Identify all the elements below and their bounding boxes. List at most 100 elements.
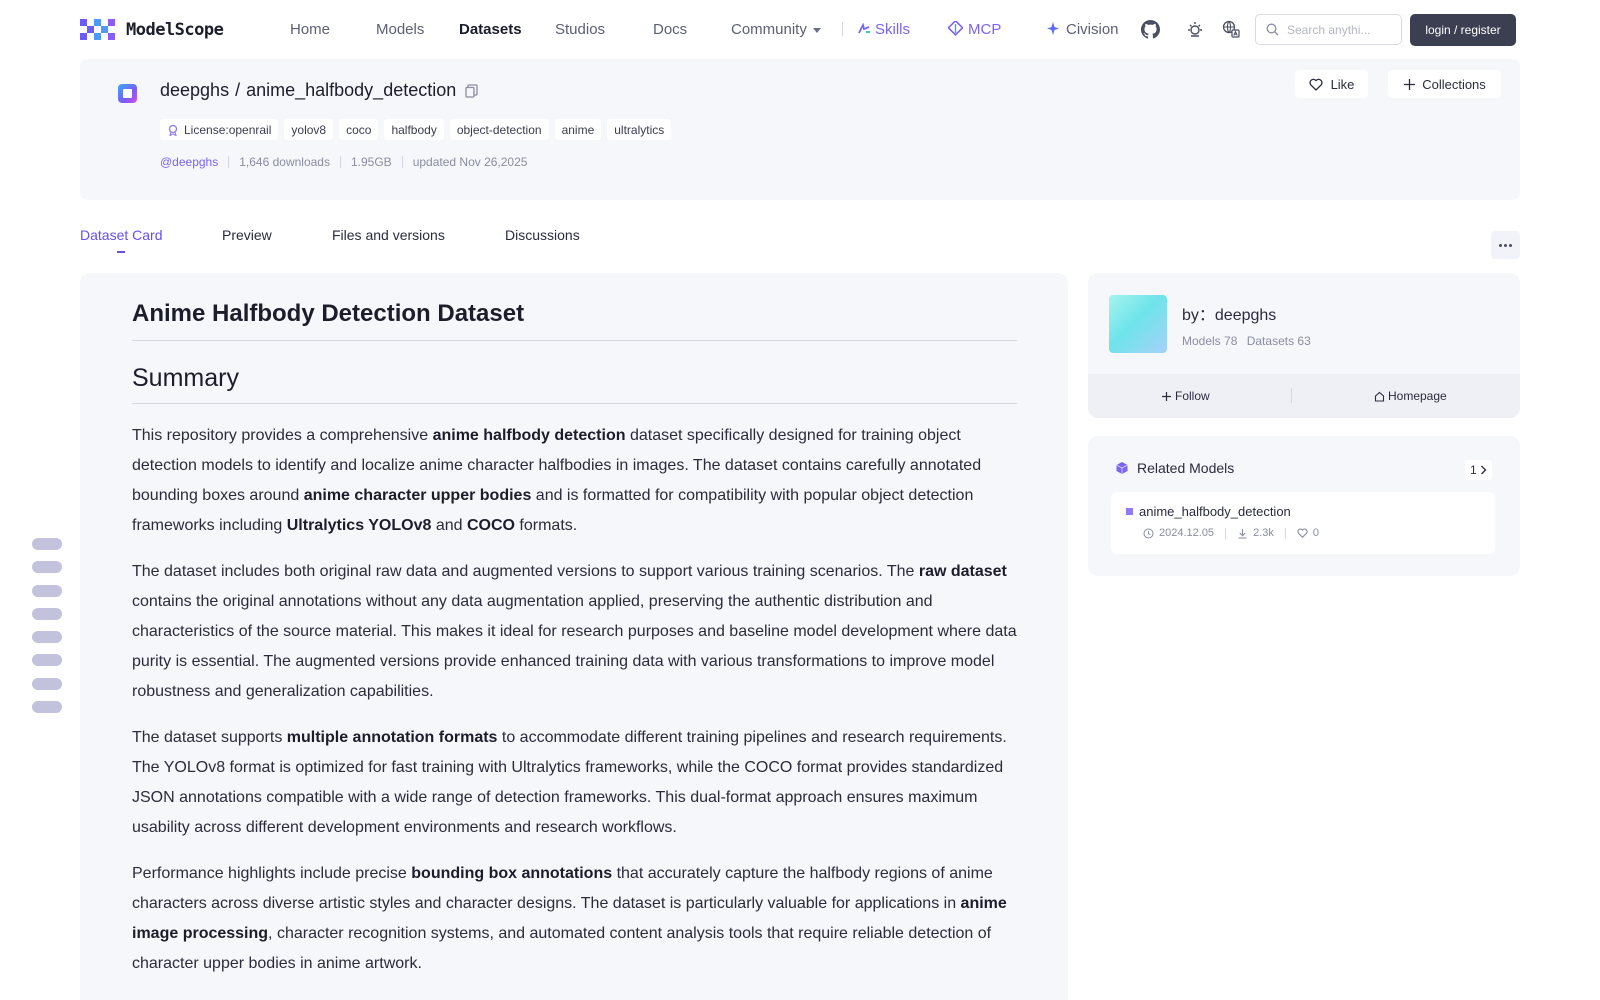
like-label: Like [1330, 76, 1355, 92]
tag-item[interactable]: object-detection [449, 119, 549, 140]
more-icon[interactable] [1491, 231, 1520, 259]
search-icon [1266, 23, 1279, 36]
repo-title-separator: / [235, 80, 241, 100]
heart-icon [1297, 528, 1308, 538]
related-models-more[interactable]: 1 [1465, 460, 1492, 480]
mcp-icon [947, 19, 964, 36]
toc-item[interactable] [32, 607, 62, 620]
meta-divider [339, 156, 341, 168]
login-register-button[interactable]: login / register [1410, 14, 1516, 46]
logo-mark-icon [80, 19, 118, 41]
repo-meta: @deepghs 1,646 downloads 1.95GB updated … [160, 155, 527, 169]
github-icon[interactable] [1140, 19, 1160, 39]
related-models-title: Related Models [1137, 460, 1235, 476]
nav-datasets[interactable]: Datasets [459, 21, 522, 38]
homepage-label: Homepage [1388, 389, 1447, 403]
language-icon[interactable] [1221, 19, 1241, 39]
collections-button[interactable]: Collections [1388, 70, 1501, 98]
nav-divider [842, 22, 843, 36]
related-model-date: 2024.12.05 [1143, 527, 1214, 539]
tag-item[interactable]: anime [554, 119, 602, 140]
repo-header-card: deepghs / anime_halfbody_detection Licen… [80, 59, 1520, 200]
toc-item[interactable] [32, 561, 62, 574]
collections-label: Collections [1422, 76, 1486, 92]
nav-civision[interactable]: Civision [1046, 21, 1119, 38]
clock-icon [1143, 528, 1154, 538]
tag-item[interactable]: ultralytics [607, 119, 672, 140]
search-box[interactable] [1255, 14, 1402, 45]
follow-label: Follow [1175, 389, 1210, 403]
toc-item[interactable] [32, 584, 62, 597]
homepage-button[interactable]: Homepage [1374, 389, 1447, 403]
readme-title: Anime Halfbody Detection Dataset [132, 300, 1017, 341]
nav-studios[interactable]: Studios [555, 21, 605, 38]
meta-divider [228, 156, 230, 168]
related-model-name-row: anime_halfbody_detection [1126, 504, 1291, 519]
nav-models[interactable]: Models [376, 21, 424, 38]
table-of-contents-rail [32, 538, 62, 724]
follow-button[interactable]: Follow [1161, 389, 1210, 403]
related-models-card: Related Models 1 anime_halfbody_detectio… [1088, 436, 1520, 576]
readme-document: Anime Halfbody Detection Dataset Summary… [132, 300, 1017, 995]
tab-dataset-card[interactable]: Dataset Card [80, 227, 162, 243]
tab-files-and-versions[interactable]: Files and versions [332, 227, 445, 243]
plus-icon [1162, 391, 1171, 401]
active-tab-indicator [117, 251, 125, 253]
download-icon [1238, 528, 1247, 539]
modelscope-logo[interactable]: ModelScope [80, 18, 224, 42]
repo-avatar [118, 84, 137, 103]
readme-paragraph: The dataset supports multiple annotation… [132, 729, 1007, 836]
nav-mcp[interactable]: MCP [947, 19, 1001, 38]
nav-skills[interactable]: Skills [857, 21, 910, 38]
related-model-downloads: 2.3k [1237, 527, 1274, 539]
license-icon [168, 124, 178, 136]
nav-community-label: Community [731, 21, 807, 38]
heart-icon [1309, 78, 1323, 91]
nav-skills-label: Skills [875, 21, 911, 38]
author-name[interactable]: by：deepghs [1182, 301, 1276, 325]
readme-section-heading: Summary [132, 364, 1017, 404]
like-button[interactable]: Like [1295, 70, 1368, 98]
related-model-name: anime_halfbody_detection [1139, 504, 1291, 519]
tab-discussions[interactable]: Discussions [505, 227, 580, 243]
author-datasets-count[interactable]: Datasets 63 [1247, 334, 1311, 348]
copy-icon[interactable] [464, 83, 478, 98]
related-model-item[interactable]: anime_halfbody_detection 2024.12.05 2.3k… [1111, 492, 1495, 554]
meta-divider [1284, 527, 1286, 539]
repo-owner-link[interactable]: deepghs [160, 80, 229, 101]
author-avatar[interactable] [1109, 295, 1167, 353]
logo-text: ModelScope [126, 20, 224, 40]
toc-item[interactable] [32, 677, 62, 690]
author-stats: Models 78 Datasets 63 [1182, 334, 1317, 348]
toc-item[interactable] [32, 654, 62, 667]
nav-community-dropdown[interactable]: Community [731, 21, 821, 38]
tag-item[interactable]: yolov8 [284, 119, 334, 140]
updated-date: updated Nov 26,2025 [412, 155, 528, 169]
repo-size: 1.95GB [350, 155, 392, 169]
related-models-header: Related Models [1115, 460, 1234, 476]
author-link[interactable]: @deepghs [160, 155, 218, 169]
nav-home[interactable]: Home [290, 21, 330, 38]
toc-item[interactable] [32, 631, 62, 644]
nav-civision-label: Civision [1066, 21, 1119, 38]
sparkle-icon [1047, 22, 1059, 35]
theme-sun-icon[interactable] [1185, 19, 1205, 39]
tag-item[interactable]: coco [339, 119, 379, 140]
author-models-count[interactable]: Models 78 [1182, 334, 1237, 348]
readme-paragraph: The dataset includes both original raw d… [132, 563, 1017, 700]
home-icon [1374, 391, 1385, 402]
nav-docs[interactable]: Docs [653, 21, 687, 38]
toc-item[interactable] [32, 538, 62, 550]
tag-item[interactable]: halfbody [384, 119, 444, 140]
top-navigation-bar: ModelScope Home Models Datasets Studios … [0, 0, 1600, 58]
license-tag[interactable]: License:openrail [160, 119, 279, 140]
related-model-meta: 2024.12.05 2.3k 0 [1143, 527, 1319, 539]
cube-icon [1116, 462, 1128, 474]
tab-preview[interactable]: Preview [222, 227, 272, 243]
related-model-likes: 0 [1297, 527, 1319, 539]
model-type-icon [1126, 508, 1133, 515]
license-label: License:openrail [184, 122, 272, 137]
readme-paragraph: Performance highlights include precise b… [132, 865, 1007, 972]
toc-item[interactable] [32, 701, 62, 714]
search-input[interactable] [1287, 22, 1397, 37]
